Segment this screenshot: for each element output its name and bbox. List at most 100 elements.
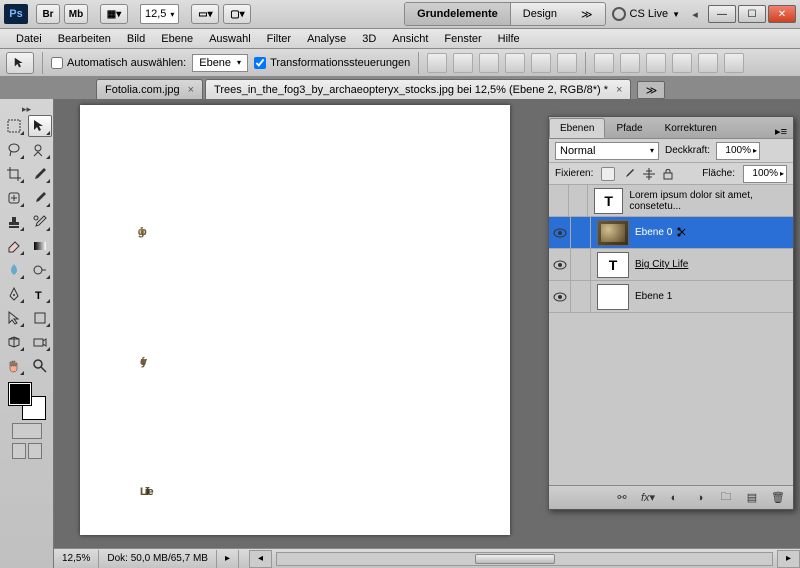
3d-tool[interactable] (2, 331, 26, 353)
align-hcenter-button[interactable] (531, 53, 551, 73)
screen-mode-button[interactable]: ▢▾ (223, 4, 251, 24)
type-tool[interactable]: T (28, 283, 52, 305)
current-tool-indicator[interactable] (6, 52, 34, 74)
lasso-tool[interactable] (2, 139, 26, 161)
align-left-button[interactable] (505, 53, 525, 73)
eyedropper-tool[interactable] (28, 163, 52, 185)
menu-ebene[interactable]: Ebene (153, 31, 201, 47)
menu-bild[interactable]: Bild (119, 31, 153, 47)
document-tab-active[interactable]: Trees_in_the_fog3_by_archaeopteryx_stock… (205, 79, 631, 99)
panel-tab-korrekturen[interactable]: Korrekturen (654, 118, 728, 138)
window-close-button[interactable]: ✕ (768, 5, 796, 23)
layer-visibility-toggle[interactable] (549, 249, 571, 280)
status-zoom[interactable]: 12,5% (54, 550, 99, 568)
blend-mode-select[interactable]: Normal (555, 142, 659, 160)
hscroll-right[interactable]: ▸ (777, 550, 800, 568)
align-top-button[interactable] (427, 53, 447, 73)
marquee-tool[interactable] (2, 115, 26, 137)
lock-all-icon[interactable] (663, 168, 673, 180)
shape-tool[interactable] (28, 307, 52, 329)
panel-menu-icon[interactable]: ▸≡ (769, 125, 793, 138)
menu-analyse[interactable]: Analyse (299, 31, 354, 47)
workspace-tab-grundelemente[interactable]: Grundelemente (405, 3, 511, 25)
document-tab-inactive[interactable]: Fotolia.com.jpg × (96, 79, 203, 99)
close-icon[interactable]: × (188, 84, 194, 96)
align-right-button[interactable] (557, 53, 577, 73)
distribute-top-button[interactable] (594, 53, 614, 73)
workspace-tab-design[interactable]: Design (511, 3, 569, 25)
healing-tool[interactable] (2, 187, 26, 209)
eraser-tool[interactable] (2, 235, 26, 257)
quick-mask-toggle[interactable] (12, 423, 42, 439)
menu-hilfe[interactable]: Hilfe (490, 31, 528, 47)
layer-name[interactable]: Ebene 0 (635, 227, 672, 238)
distribute-hcenter-button[interactable] (698, 53, 718, 73)
layer-row[interactable]: T Lorem ipsum dolor sit amet, consetetu.… (549, 185, 793, 217)
distribute-bottom-button[interactable] (646, 53, 666, 73)
blur-tool[interactable] (2, 259, 26, 281)
layer-row[interactable]: Ebene 1 (549, 281, 793, 313)
stamp-tool[interactable] (2, 211, 26, 233)
toolbox-collapse[interactable]: ▸▸ (2, 103, 51, 115)
arrange-documents-button[interactable]: ▭▾ (191, 4, 219, 24)
hand-tool[interactable] (2, 355, 26, 377)
brush-tool[interactable] (28, 187, 52, 209)
zoom-tool[interactable] (28, 355, 52, 377)
minibridge-button[interactable]: Mb (64, 4, 88, 24)
path-select-tool[interactable] (2, 307, 26, 329)
window-minimize-button[interactable]: — (708, 5, 736, 23)
3d-camera-tool[interactable] (28, 331, 52, 353)
fill-input[interactable]: 100% (743, 165, 787, 183)
lock-transparency-button[interactable] (601, 167, 615, 181)
layer-thumbnail-image[interactable] (597, 220, 629, 246)
document-tabs-overflow[interactable]: ≫ (637, 81, 665, 99)
crop-tool[interactable] (2, 163, 26, 185)
move-tool[interactable] (28, 115, 52, 137)
screen-mode-toggle[interactable] (12, 443, 42, 459)
status-more[interactable]: ▸ (217, 550, 239, 568)
layer-thumbnail-text[interactable]: T (594, 188, 624, 214)
layer-style-button[interactable]: fx▾ (639, 490, 657, 506)
layer-name[interactable]: Big City Life (635, 259, 688, 270)
lock-pixels-icon[interactable] (623, 168, 635, 180)
layer-visibility-toggle[interactable] (549, 217, 571, 248)
gradient-tool[interactable] (28, 235, 52, 257)
layer-row[interactable]: T Big City Life (549, 249, 793, 281)
close-icon[interactable]: × (616, 84, 622, 96)
menu-bearbeiten[interactable]: Bearbeiten (50, 31, 119, 47)
status-doc-size[interactable]: Dok: 50,0 MB/65,7 MB (99, 550, 217, 568)
horizontal-scrollbar[interactable] (276, 552, 773, 566)
quick-select-tool[interactable] (28, 139, 52, 161)
menu-auswahl[interactable]: Auswahl (201, 31, 259, 47)
layer-row-selected[interactable]: Ebene 0 (549, 217, 793, 249)
document-canvas[interactable]: big big city city Life Life (80, 105, 510, 535)
panel-tab-ebenen[interactable]: Ebenen (549, 118, 605, 138)
menu-filter[interactable]: Filter (259, 31, 299, 47)
dodge-tool[interactable] (28, 259, 52, 281)
link-layers-button[interactable]: ⚯ (613, 490, 631, 506)
window-maximize-button[interactable]: ☐ (738, 5, 766, 23)
opacity-input[interactable]: 100% (716, 142, 760, 160)
zoom-select[interactable]: 12,5 (140, 4, 179, 24)
layer-mask-button[interactable]: ◐ (665, 490, 683, 506)
cslive-button[interactable]: CS Live ▼ (612, 7, 680, 21)
layer-name[interactable]: Ebene 1 (635, 291, 672, 302)
layer-thumbnail-text[interactable]: T (597, 252, 629, 278)
distribute-right-button[interactable] (724, 53, 744, 73)
auto-select-checkbox[interactable]: Automatisch auswählen: (51, 57, 186, 69)
hscroll-left[interactable]: ◂ (249, 550, 272, 568)
delete-layer-button[interactable]: 🗑 (769, 490, 787, 506)
transform-controls-checkbox[interactable]: Transformationssteuerungen (254, 57, 410, 69)
foreground-color-swatch[interactable] (9, 383, 31, 405)
lock-position-icon[interactable] (643, 168, 655, 180)
panel-tab-pfade[interactable]: Pfade (605, 118, 653, 138)
layer-group-button[interactable]: 🗀 (717, 490, 735, 506)
pen-tool[interactable] (2, 283, 26, 305)
layer-thumbnail-blank[interactable] (597, 284, 629, 310)
menu-ansicht[interactable]: Ansicht (384, 31, 436, 47)
workspace-more[interactable]: ≫ (569, 3, 605, 25)
layer-name[interactable]: Lorem ipsum dolor sit amet, consetetu... (629, 190, 793, 212)
distribute-vcenter-button[interactable] (620, 53, 640, 73)
layer-visibility-toggle[interactable] (549, 185, 569, 216)
align-bottom-button[interactable] (479, 53, 499, 73)
